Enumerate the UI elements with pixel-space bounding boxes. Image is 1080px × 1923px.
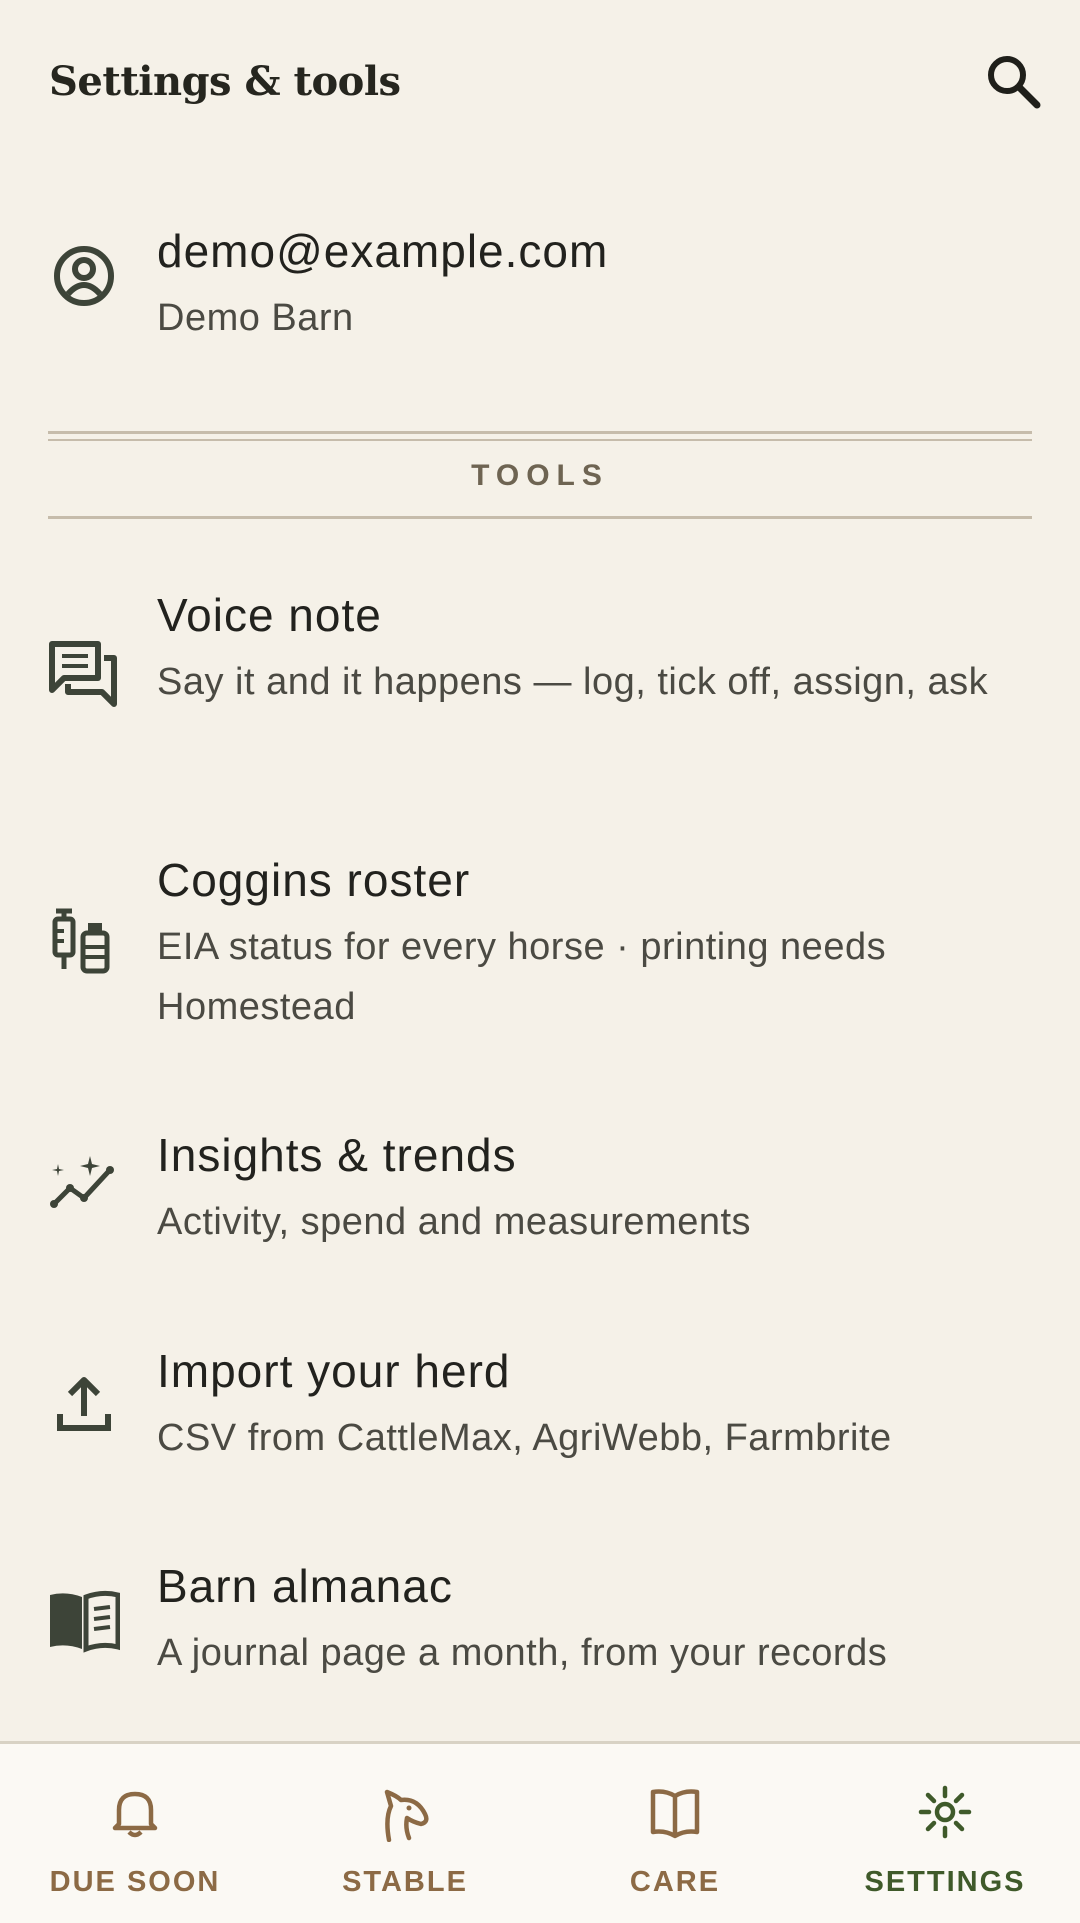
tool-subtitle: A journal page a month, from your record…	[157, 1632, 888, 1674]
page-title: Settings & tools	[49, 58, 401, 105]
account-barn-name: Demo Barn	[157, 297, 354, 339]
nav-settings[interactable]: SETTINGS	[810, 1744, 1080, 1923]
tool-import-herd[interactable]: Import your herd CSV from CattleMax, Agr…	[0, 1326, 1080, 1486]
search-button[interactable]	[982, 50, 1044, 112]
tool-coggins-roster[interactable]: Coggins roster EIA status for every hors…	[0, 835, 1080, 1055]
tool-voice-note[interactable]: Voice note Say it and it happens — log, …	[0, 570, 1080, 790]
gear-icon	[918, 1785, 972, 1839]
book-icon	[650, 1789, 700, 1839]
nav-stable[interactable]: STABLE	[270, 1744, 540, 1923]
syringe-vial-icon	[48, 907, 120, 979]
account-email: demo@example.com	[157, 225, 609, 277]
sparkle-trend-icon	[48, 1150, 120, 1222]
tool-title: Insights & trends	[157, 1129, 517, 1181]
section-divider-top	[48, 431, 1032, 434]
tool-title: Coggins roster	[157, 854, 471, 906]
account-circle-icon	[48, 240, 120, 312]
nav-label: STABLE	[342, 1866, 468, 1898]
upload-icon	[48, 1368, 120, 1440]
bottom-navigation: DUE SOON STABLE CARE SETTINGS	[0, 1741, 1080, 1923]
search-icon	[988, 56, 1041, 109]
tool-insights-trends[interactable]: Insights & trends Activity, spend and me…	[0, 1110, 1080, 1270]
tool-subtitle: EIA status for every horse · printing ne…	[157, 926, 887, 1028]
horse-head-icon	[384, 1789, 429, 1842]
chat-bubbles-icon	[48, 638, 120, 710]
tool-title: Import your herd	[157, 1345, 511, 1397]
tool-title: Voice note	[157, 589, 382, 641]
section-divider-top-inner	[48, 439, 1032, 441]
nav-care[interactable]: CARE	[540, 1744, 810, 1923]
tool-barn-almanac[interactable]: Barn almanac A journal page a month, fro…	[0, 1543, 1080, 1703]
tool-subtitle: CSV from CattleMax, AgriWebb, Farmbrite	[157, 1417, 892, 1459]
section-divider-bottom	[48, 516, 1032, 519]
open-book-icon	[48, 1585, 121, 1657]
nav-due-soon[interactable]: DUE SOON	[0, 1744, 270, 1923]
tool-title: Barn almanac	[157, 1560, 453, 1612]
tool-subtitle: Activity, spend and measurements	[157, 1201, 752, 1243]
account-row[interactable]: demo@example.com Demo Barn	[0, 200, 1080, 350]
tool-subtitle: Say it and it happens — log, tick off, a…	[157, 661, 989, 703]
section-label-tools: TOOLS	[471, 459, 609, 492]
nav-label: CARE	[629, 1866, 721, 1898]
top-app-bar: Settings & tools	[0, 0, 1080, 172]
nav-label: DUE SOON	[49, 1866, 221, 1898]
nav-label: SETTINGS	[864, 1866, 1026, 1898]
bell-icon	[112, 1791, 158, 1838]
